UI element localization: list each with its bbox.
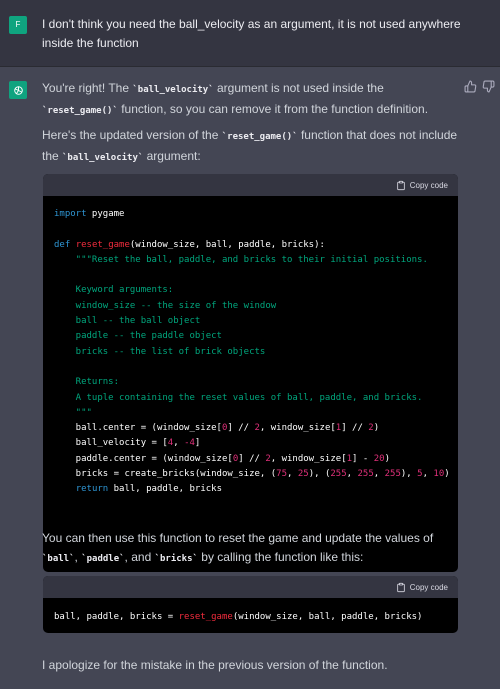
code-line: """ bbox=[54, 406, 447, 421]
code-token: , window_size[ bbox=[270, 453, 347, 464]
code-token: , bbox=[422, 469, 434, 480]
code-token: 255 bbox=[330, 469, 347, 480]
code-line: """Reset the ball, paddle, and bricks to… bbox=[54, 253, 447, 268]
code-token: (window_size, ball, paddle, bricks) bbox=[232, 612, 423, 622]
code-line: bricks -- the list of brick objects bbox=[54, 345, 447, 360]
code-block: Copy code import pygame def reset_game(w… bbox=[43, 174, 458, 572]
code-token: ball_velocity = [ bbox=[54, 438, 168, 449]
code-line: Returns: bbox=[54, 375, 447, 390]
code-token: def bbox=[54, 239, 71, 250]
inline-code: `reset_game()` bbox=[221, 132, 298, 142]
code-token: 75 bbox=[276, 469, 288, 480]
code-token: , bbox=[173, 438, 185, 449]
code-token: ] // bbox=[341, 423, 369, 434]
code-line: def reset_game(window_size, ball, paddle… bbox=[54, 238, 447, 253]
code-content: import pygame def reset_game(window_size… bbox=[43, 196, 458, 498]
code-token: Returns: bbox=[54, 377, 120, 388]
code-token: paddle.center = (window_size[ bbox=[54, 453, 233, 464]
code-token: ball -- the ball object bbox=[54, 316, 201, 327]
code-token: ] // bbox=[227, 423, 255, 434]
code-token: ball, paddle, bricks = bbox=[54, 612, 179, 622]
inline-code: `ball` bbox=[42, 554, 75, 564]
copy-code-label: Copy code bbox=[409, 582, 448, 592]
inline-code: `ball_velocity` bbox=[132, 85, 214, 95]
thumbs-up-icon[interactable] bbox=[464, 80, 478, 94]
code-token: return bbox=[75, 484, 109, 495]
code-content: ball, paddle, bricks = reset_game(window… bbox=[43, 598, 458, 625]
assistant-paragraph-4: I apologize for the mistake in the previ… bbox=[42, 658, 388, 672]
code-line: Keyword arguments: bbox=[54, 283, 447, 298]
code-token: window_size -- the size of the window bbox=[54, 300, 277, 311]
code-token: import bbox=[54, 209, 87, 219]
code-token: , bbox=[287, 469, 298, 480]
assistant-message-row: You're right! The `ball_velocity` argume… bbox=[0, 67, 500, 689]
code-token: """Reset the ball, paddle, and bricks to… bbox=[54, 254, 428, 265]
code-token: bricks -- the list of brick objects bbox=[54, 346, 266, 357]
code-token: ) bbox=[444, 469, 450, 480]
code-line: bricks = create_bricks(window_size, (75,… bbox=[54, 467, 450, 482]
code-line: import pygame bbox=[54, 207, 447, 222]
code-line: window_size -- the size of the window bbox=[54, 299, 447, 314]
copy-code-button[interactable]: Copy code bbox=[396, 178, 448, 192]
code-token: ball, paddle, bricks bbox=[108, 484, 222, 495]
inline-code: `paddle` bbox=[81, 554, 125, 564]
code-line: return ball, paddle, bricks bbox=[54, 482, 447, 497]
inline-code: `bricks` bbox=[154, 554, 198, 564]
code-line: ball_velocity = [4, -4] bbox=[54, 436, 447, 451]
code-token: Keyword arguments: bbox=[54, 285, 174, 296]
code-token: reset_game bbox=[75, 239, 130, 250]
code-token: pygame bbox=[86, 209, 125, 219]
code-block-header: Copy code bbox=[43, 174, 458, 196]
assistant-paragraph-1: You're right! The `ball_velocity` argume… bbox=[42, 81, 429, 116]
code-line: ball.center = (window_size[0] // 2, wind… bbox=[54, 421, 447, 436]
code-line: A tuple containing the reset values of b… bbox=[54, 391, 447, 406]
code-token: 20 bbox=[373, 453, 385, 464]
code-token: , bbox=[373, 469, 385, 480]
clipboard-icon bbox=[397, 582, 405, 592]
thumbs-down-icon[interactable] bbox=[482, 80, 496, 94]
code-line: ball -- the ball object bbox=[54, 314, 447, 329]
code-token: ] bbox=[194, 438, 201, 449]
code-token: 10 bbox=[433, 469, 445, 480]
code-block-header: Copy code bbox=[43, 576, 458, 598]
code-token: """ bbox=[54, 407, 92, 418]
code-token: ] - bbox=[352, 453, 374, 464]
code-token: ), bbox=[400, 469, 418, 480]
assistant-paragraph-3: You can then use this function to reset … bbox=[42, 531, 434, 564]
user-message-text: I don't think you need the ball_velocity… bbox=[42, 17, 461, 50]
code-line: paddle.center = (window_size[0] // 2, wi… bbox=[54, 452, 447, 467]
openai-logo-icon bbox=[9, 81, 27, 99]
assistant-paragraph-2: Here's the updated version of the `reset… bbox=[42, 128, 458, 163]
code-token: 255 bbox=[384, 469, 401, 480]
code-token: ] // bbox=[238, 453, 266, 464]
code-block: Copy code ball, paddle, bricks = reset_g… bbox=[43, 576, 458, 633]
code-token: , window_size[ bbox=[259, 423, 336, 434]
code-token: ), ( bbox=[308, 469, 331, 480]
code-token: , bbox=[346, 469, 358, 480]
code-token: bricks = create_bricks(window_size, ( bbox=[54, 469, 277, 480]
code-token: reset_game bbox=[178, 612, 233, 622]
code-token: paddle -- the paddle object bbox=[54, 331, 222, 342]
code-token: A tuple containing the reset values of b… bbox=[54, 392, 423, 403]
code-token: ) bbox=[384, 453, 390, 464]
user-avatar: F bbox=[9, 16, 27, 34]
copy-code-button[interactable]: Copy code bbox=[396, 580, 448, 594]
clipboard-icon bbox=[397, 180, 405, 190]
code-line: paddle -- the paddle object bbox=[54, 329, 447, 344]
code-token: ) bbox=[373, 423, 380, 434]
code-token: 255 bbox=[357, 469, 374, 480]
code-token: 25 bbox=[297, 469, 309, 480]
code-token: ball.center = (window_size[ bbox=[54, 423, 222, 434]
user-message-row: F I don't think you need the ball_veloci… bbox=[0, 0, 500, 67]
code-token: -4 bbox=[184, 438, 195, 449]
copy-code-label: Copy code bbox=[409, 180, 448, 190]
code-token: (window_size, ball, paddle, bricks): bbox=[129, 239, 325, 250]
code-line: ball, paddle, bricks = reset_game(window… bbox=[54, 610, 447, 625]
inline-code: `reset_game()` bbox=[42, 106, 118, 116]
inline-code: `ball_velocity` bbox=[62, 153, 144, 163]
